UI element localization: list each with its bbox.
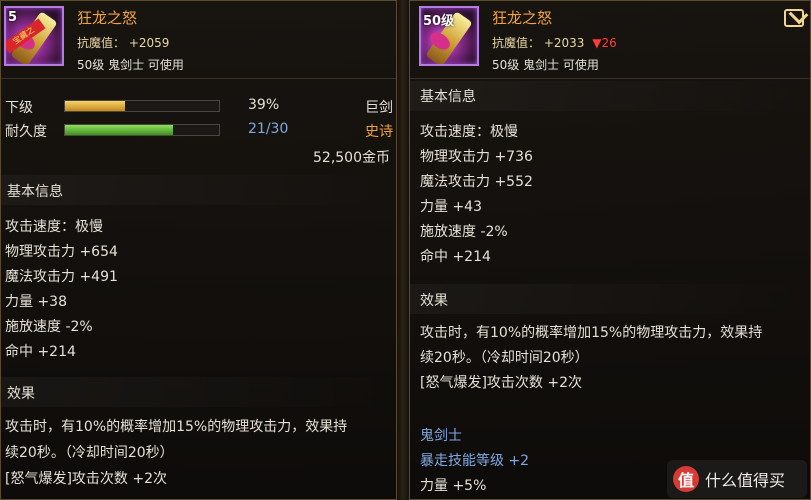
basic-info-title: 基本信息	[7, 184, 63, 200]
stat-physical-attack: 物理攻击力 +654	[5, 244, 118, 260]
class-title: 鬼剑士	[420, 428, 462, 444]
panel-divider	[397, 0, 409, 500]
price: 52,500金币	[313, 150, 390, 166]
stat-hit: 命中 +214	[420, 249, 491, 265]
durability-row: 耐久度 21/30 史诗	[5, 118, 395, 142]
compare-item-tooltip: 50级 狂龙之怒 抗魔值： +2033 ▼26 50级 鬼剑士 可使用 基本信息…	[409, 0, 811, 500]
rarity: 史诗	[365, 124, 393, 140]
requirement-line: 50级 鬼剑士 可使用	[77, 58, 184, 72]
level-label: 下级	[5, 100, 33, 116]
stat-attack-speed: 攻击速度：极慢	[5, 219, 103, 235]
requirement-line: 50级 鬼剑士 可使用	[492, 58, 599, 72]
stat-magic-attack: 魔法攻击力 +491	[5, 269, 118, 285]
comparison-stage: 宝藏之 5 狂龙之怒 抗魔值： +2059 50级 鬼剑士 可使用 下级 39%…	[0, 0, 811, 500]
level-bar	[64, 100, 220, 112]
weapon-type: 巨剑	[365, 100, 393, 116]
effect-title: 效果	[420, 293, 448, 309]
magic-defense-label: 抗魔值：	[492, 36, 541, 50]
magic-defense-value: +2033	[543, 36, 585, 50]
stat-strength: 力量 +43	[420, 199, 482, 215]
watermark-text: 什么值得买	[705, 471, 786, 490]
basic-info-title: 基本信息	[420, 89, 476, 105]
decrease-arrow-icon: ▼	[592, 36, 602, 50]
effect-title: 效果	[7, 386, 35, 402]
watermark-logo: 值	[673, 466, 699, 492]
stat-hit: 命中 +214	[5, 344, 76, 360]
magic-defense-diff: 26	[601, 36, 617, 50]
magic-defense-label: 抗魔值：	[77, 36, 126, 50]
durability-bar-fill	[65, 125, 173, 135]
item-name: 狂龙之怒	[492, 9, 553, 27]
effect-line-3: [怒气爆发]攻击次数 +2次	[420, 375, 583, 391]
magic-defense-value: +2059	[128, 36, 170, 50]
item-name: 狂龙之怒	[77, 9, 138, 27]
effect-line-3: [怒气爆发]攻击次数 +2次	[5, 471, 168, 487]
effect-band	[410, 284, 810, 314]
item-header: 宝藏之 5 狂龙之怒 抗魔值： +2059 50级 鬼剑士 可使用	[1, 1, 396, 79]
watermark: 值 什么值得买	[667, 460, 807, 498]
durability-label: 耐久度	[5, 124, 47, 140]
stat-cast-speed: 施放速度 -2%	[5, 319, 93, 335]
magic-defense-line: 抗魔值： +2033 ▼26	[492, 34, 617, 51]
extra-stat: 力量 +5%	[420, 478, 487, 494]
durability-bar	[64, 124, 220, 136]
stat-physical-attack: 物理攻击力 +736	[420, 149, 533, 165]
stat-cast-speed: 施放速度 -2%	[420, 224, 508, 240]
stat-magic-attack: 魔法攻击力 +552	[420, 174, 533, 190]
equipped-item-tooltip: 宝藏之 5 狂龙之怒 抗魔值： +2059 50级 鬼剑士 可使用 下级 39%…	[0, 0, 397, 500]
effect-line-1: 攻击时，有10%的概率增加15%的物理攻击力，效果持	[420, 325, 763, 341]
sword-item-icon: 宝藏之 5	[4, 6, 64, 66]
durability-value: 21/30	[248, 121, 289, 137]
level-value: 39%	[248, 97, 280, 113]
effect-band	[1, 377, 396, 407]
class-bonus: 暴走技能等级 +2	[420, 453, 530, 469]
effect-line-2: 续20秒。（冷却时间20秒）	[420, 350, 589, 366]
sword-item-icon: 50级	[419, 6, 479, 66]
stat-strength: 力量 +38	[5, 294, 67, 310]
item-header: 50级 狂龙之怒 抗魔值： +2033 ▼26 50级 鬼剑士 可使用	[410, 1, 810, 79]
effect-line-1: 攻击时，有10%的概率增加15%的物理攻击力，效果持	[5, 419, 348, 435]
level-bar-fill	[65, 101, 126, 111]
magic-defense-line: 抗魔值： +2059	[77, 34, 169, 51]
level-tag: 5	[8, 10, 18, 25]
level-tag: 50级	[423, 14, 455, 29]
effect-line-2: 续20秒。（冷却时间20秒）	[5, 445, 174, 461]
level-row: 下级 39% 巨剑	[5, 94, 395, 118]
edit-icon[interactable]	[784, 9, 804, 27]
stat-attack-speed: 攻击速度：极慢	[420, 124, 518, 140]
